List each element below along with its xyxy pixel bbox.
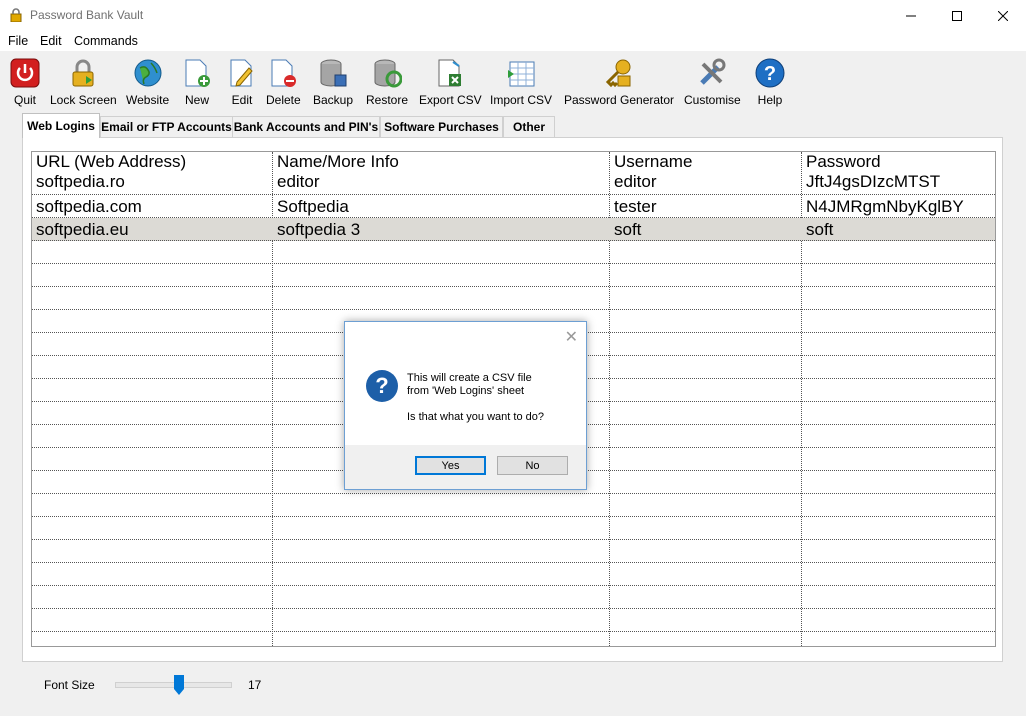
no-button[interactable]: No	[497, 456, 568, 475]
font-size-value: 17	[248, 678, 262, 692]
power-icon	[10, 58, 40, 88]
export-csv-icon	[438, 59, 462, 87]
restore-label: Restore	[366, 93, 409, 107]
dialog-close-icon[interactable]: ✕	[565, 327, 578, 347]
tab-software-purchases[interactable]: Software Purchases	[380, 116, 503, 137]
help-icon: ?	[755, 58, 785, 88]
edit-button[interactable]: Edit	[225, 56, 259, 107]
customise-button[interactable]: Customise	[684, 56, 741, 107]
cell-url[interactable]: softpedia.com	[32, 195, 272, 218]
yes-button[interactable]: Yes	[415, 456, 486, 475]
edit-label: Edit	[231, 93, 253, 107]
website-button[interactable]: Website	[126, 56, 169, 107]
password-generator-label: Password Generator	[564, 93, 675, 107]
table-row-empty[interactable]	[32, 586, 995, 609]
database-restore-icon	[374, 59, 403, 88]
title-bar: Password Bank Vault	[0, 0, 1026, 31]
dialog-line-3: Is that what you want to do?	[407, 411, 544, 423]
font-size-label: Font Size	[44, 678, 95, 692]
minimize-button[interactable]	[888, 0, 934, 31]
delete-label: Delete	[266, 93, 301, 107]
delete-document-icon	[271, 59, 297, 87]
help-label: Help	[757, 93, 783, 107]
maximize-button[interactable]	[934, 0, 980, 31]
tab-web-logins[interactable]: Web Logins	[22, 113, 100, 138]
lock-screen-button[interactable]: Lock Screen	[50, 56, 117, 107]
table-row-empty[interactable]	[32, 517, 995, 540]
table-row-empty[interactable]	[32, 241, 995, 264]
table-row-empty[interactable]	[32, 563, 995, 586]
table-row-empty[interactable]	[32, 609, 995, 632]
dialog-line-1: This will create a CSV file	[407, 372, 532, 384]
table-row-empty[interactable]	[32, 287, 995, 310]
cell-password[interactable]: N4JMRgmNbyKglBY	[802, 195, 995, 218]
table-row-empty[interactable]	[32, 540, 995, 563]
cell-username[interactable]: tester	[610, 195, 801, 218]
new-label: New	[184, 93, 209, 107]
cell-name[interactable]: Softpedia	[273, 195, 609, 218]
delete-button[interactable]: Delete	[266, 56, 301, 107]
menu-file[interactable]: File	[8, 34, 28, 48]
backup-button[interactable]: Backup	[313, 56, 353, 107]
svg-text:?: ?	[764, 63, 776, 85]
quit-button[interactable]: Quit	[8, 56, 42, 107]
dialog-line-2: from 'Web Logins' sheet	[407, 385, 525, 397]
password-generator-button[interactable]: Password Generator	[564, 56, 674, 107]
export-csv-label: Export CSV	[419, 93, 482, 107]
help-button[interactable]: ? Help	[753, 56, 787, 107]
cell-url[interactable]: softpedia.ro	[32, 172, 272, 195]
menu-commands[interactable]: Commands	[74, 34, 138, 48]
cell-name[interactable]: softpedia 3	[273, 218, 609, 241]
window-title: Password Bank Vault	[30, 8, 144, 22]
font-size-slider-thumb[interactable]	[174, 675, 184, 695]
app-lock-icon	[10, 8, 22, 22]
table-row-empty[interactable]	[32, 264, 995, 287]
new-document-icon	[185, 59, 210, 87]
question-icon: ?	[366, 370, 398, 402]
quit-label: Quit	[13, 93, 36, 107]
database-save-icon	[320, 59, 347, 87]
cell-password[interactable]: soft	[802, 218, 995, 241]
import-csv-label: Import CSV	[490, 93, 553, 107]
toolbar: Quit Lock Screen Website New Edit Delete…	[0, 51, 1026, 113]
close-icon	[998, 10, 1008, 21]
table-row[interactable]: softpedia.com Softpedia tester N4JMRgmNb…	[32, 195, 995, 218]
table-row-empty[interactable]	[32, 494, 995, 517]
dialog-message: This will create a CSV file from 'Web Lo…	[407, 372, 544, 424]
cell-username[interactable]: editor	[610, 172, 801, 195]
export-csv-button[interactable]: Export CSV	[419, 56, 482, 107]
menu-bar: File Edit Commands	[0, 31, 1026, 51]
tools-icon	[700, 58, 726, 85]
minimize-icon	[906, 15, 916, 16]
customise-label: Customise	[684, 93, 741, 107]
backup-label: Backup	[313, 93, 354, 107]
tab-email-ftp[interactable]: Email or FTP Accounts	[100, 116, 233, 137]
restore-button[interactable]: Restore	[366, 56, 408, 107]
import-csv-icon	[508, 61, 535, 87]
maximize-icon	[952, 10, 962, 21]
table-row-empty[interactable]	[32, 632, 995, 646]
tab-bank-accounts[interactable]: Bank Accounts and PIN's	[232, 116, 380, 137]
lock-screen-label: Lock Screen	[50, 93, 117, 107]
edit-document-icon	[230, 59, 253, 87]
tab-other[interactable]: Other	[503, 116, 555, 137]
new-button[interactable]: New	[180, 56, 214, 107]
dialog-footer: Yes No	[345, 445, 586, 489]
cell-url[interactable]: softpedia.eu	[32, 218, 272, 241]
globe-icon	[134, 59, 162, 87]
website-label: Website	[126, 93, 170, 107]
close-button[interactable]	[980, 0, 1026, 31]
menu-edit[interactable]: Edit	[40, 34, 62, 48]
key-lock-icon	[605, 59, 631, 88]
cell-name[interactable]: editor	[273, 172, 609, 195]
cell-username[interactable]: soft	[610, 218, 801, 241]
cell-password[interactable]: JftJ4gsDIzcMTST	[802, 172, 995, 195]
table-row-selected[interactable]: softpedia.eu softpedia 3 soft soft	[32, 218, 995, 241]
header-row: URL (Web Address) Name/More Info Usernam…	[32, 152, 995, 195]
import-csv-button[interactable]: Import CSV	[490, 56, 552, 107]
confirm-dialog: ✕ ? This will create a CSV file from 'We…	[344, 321, 587, 490]
padlock-icon	[72, 59, 94, 87]
